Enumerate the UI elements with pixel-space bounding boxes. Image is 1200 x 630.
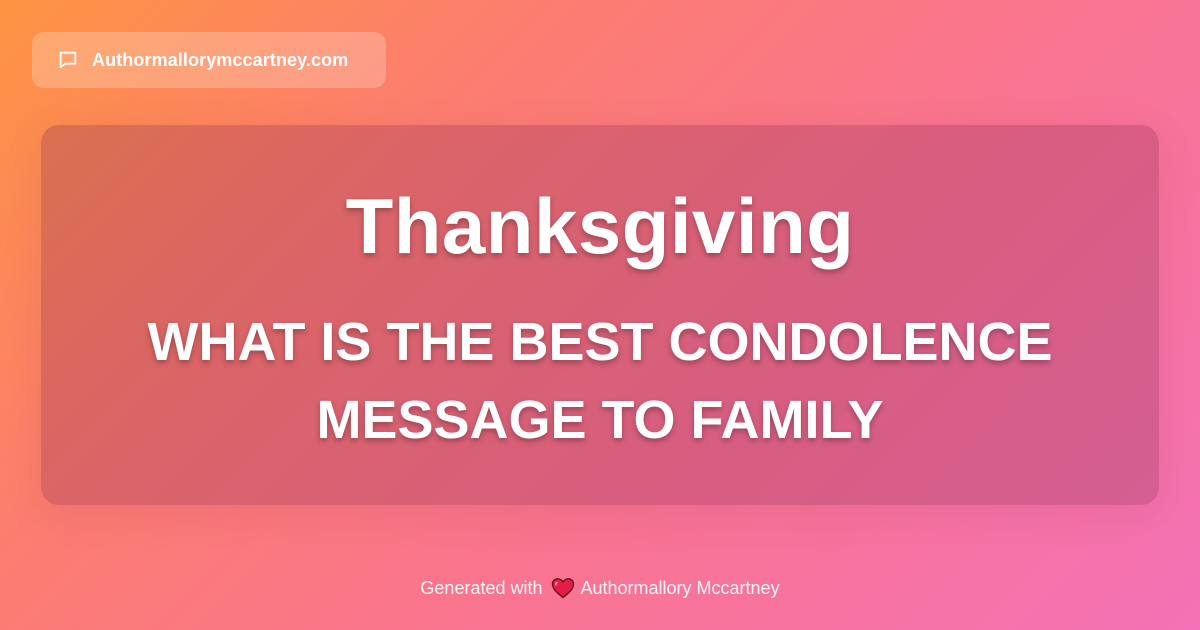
site-name: Authormallorymccartney.com	[92, 49, 349, 70]
card-title: Thanksgiving	[345, 182, 855, 270]
footer-author: Authormallory Mccartney	[580, 577, 780, 598]
site-badge[interactable]: Authormallorymccartney.com	[32, 32, 386, 88]
footer-credit: Generated with Authormallory Mccartney	[0, 575, 1200, 601]
footer-prefix: Generated with	[420, 577, 543, 598]
card-subtitle: WHAT IS THE BEST CONDOLENCE MESSAGE TO F…	[147, 312, 1053, 450]
heart-icon	[551, 577, 575, 599]
speech-bubble-icon	[56, 48, 80, 72]
title-card: Thanksgiving WHAT IS THE BEST CONDOLENCE…	[41, 125, 1159, 505]
